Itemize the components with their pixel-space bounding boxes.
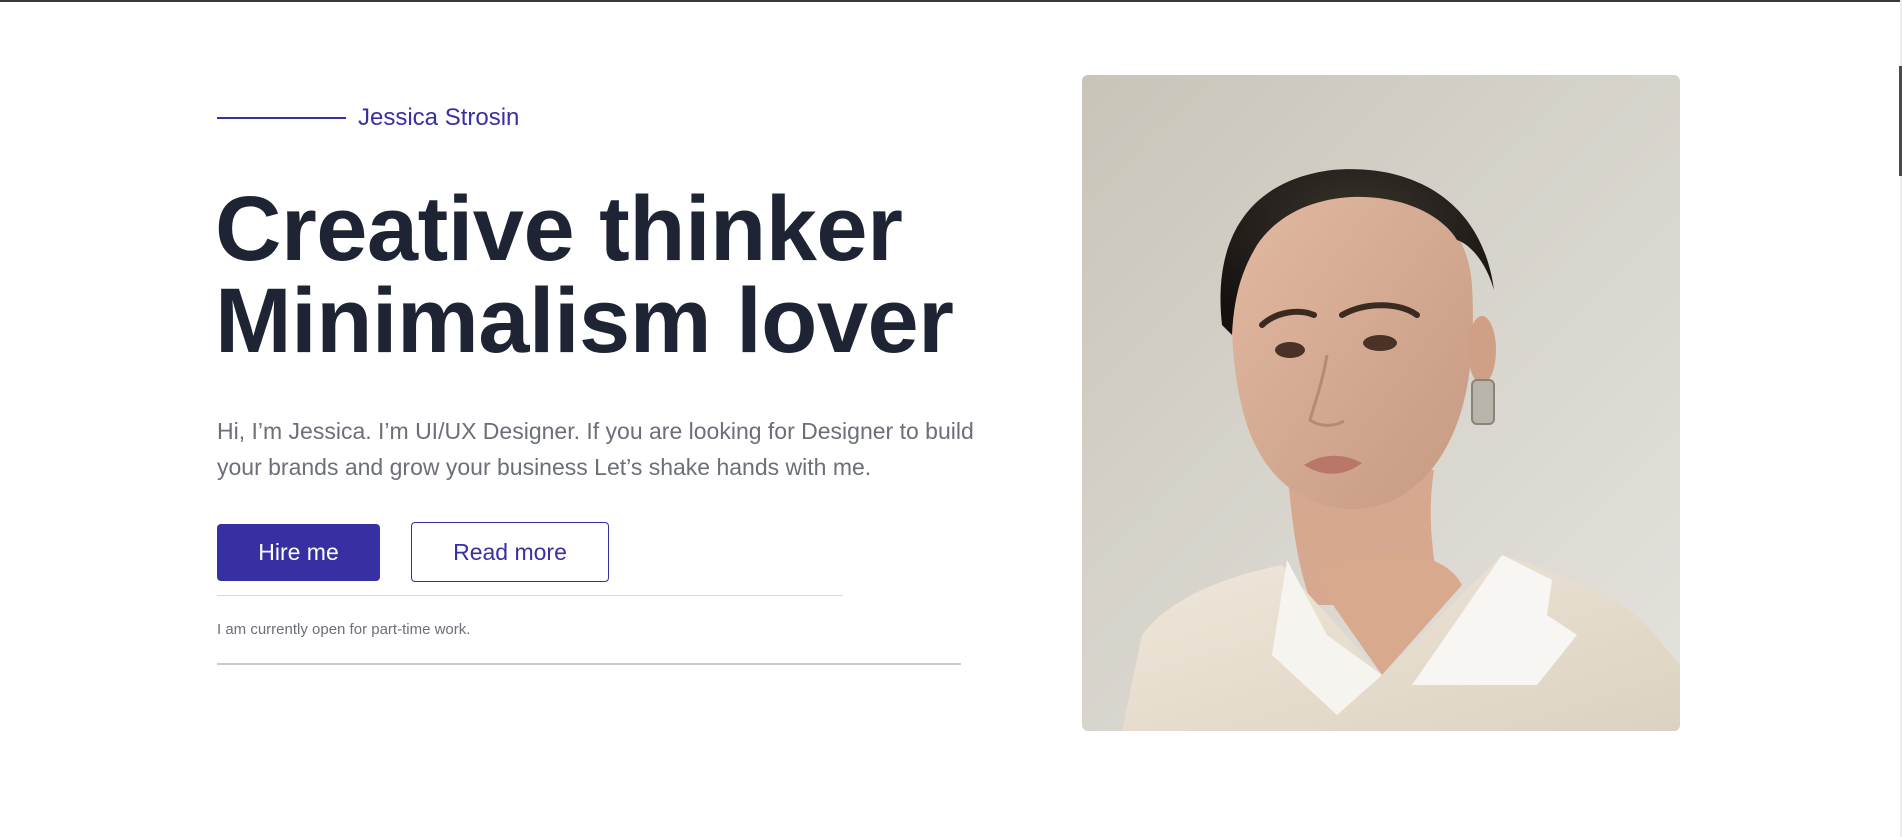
eyebrow-line bbox=[217, 117, 346, 119]
divider bbox=[217, 595, 843, 596]
portrait-photo-icon bbox=[1122, 169, 1680, 731]
divider-bottom bbox=[217, 663, 961, 665]
availability-note: I am currently open for part-time work. bbox=[217, 621, 471, 638]
read-more-button[interactable]: Read more bbox=[411, 522, 609, 582]
hero-section: Jessica Strosin Creative thinker Minimal… bbox=[0, 0, 1902, 837]
intro-text: Hi, I’m Jessica. I’m UI/UX Designer. If … bbox=[217, 418, 974, 480]
headline-line-2: Minimalism lover bbox=[215, 270, 954, 372]
hire-me-button[interactable]: Hire me bbox=[217, 524, 380, 581]
eyebrow: Jessica Strosin bbox=[217, 103, 519, 133]
headline-line-1: Creative thinker bbox=[215, 178, 903, 280]
hero-headline: Creative thinker Minimalism lover bbox=[215, 178, 954, 372]
portrait-image bbox=[1082, 75, 1680, 731]
author-name: Jessica Strosin bbox=[358, 104, 520, 131]
